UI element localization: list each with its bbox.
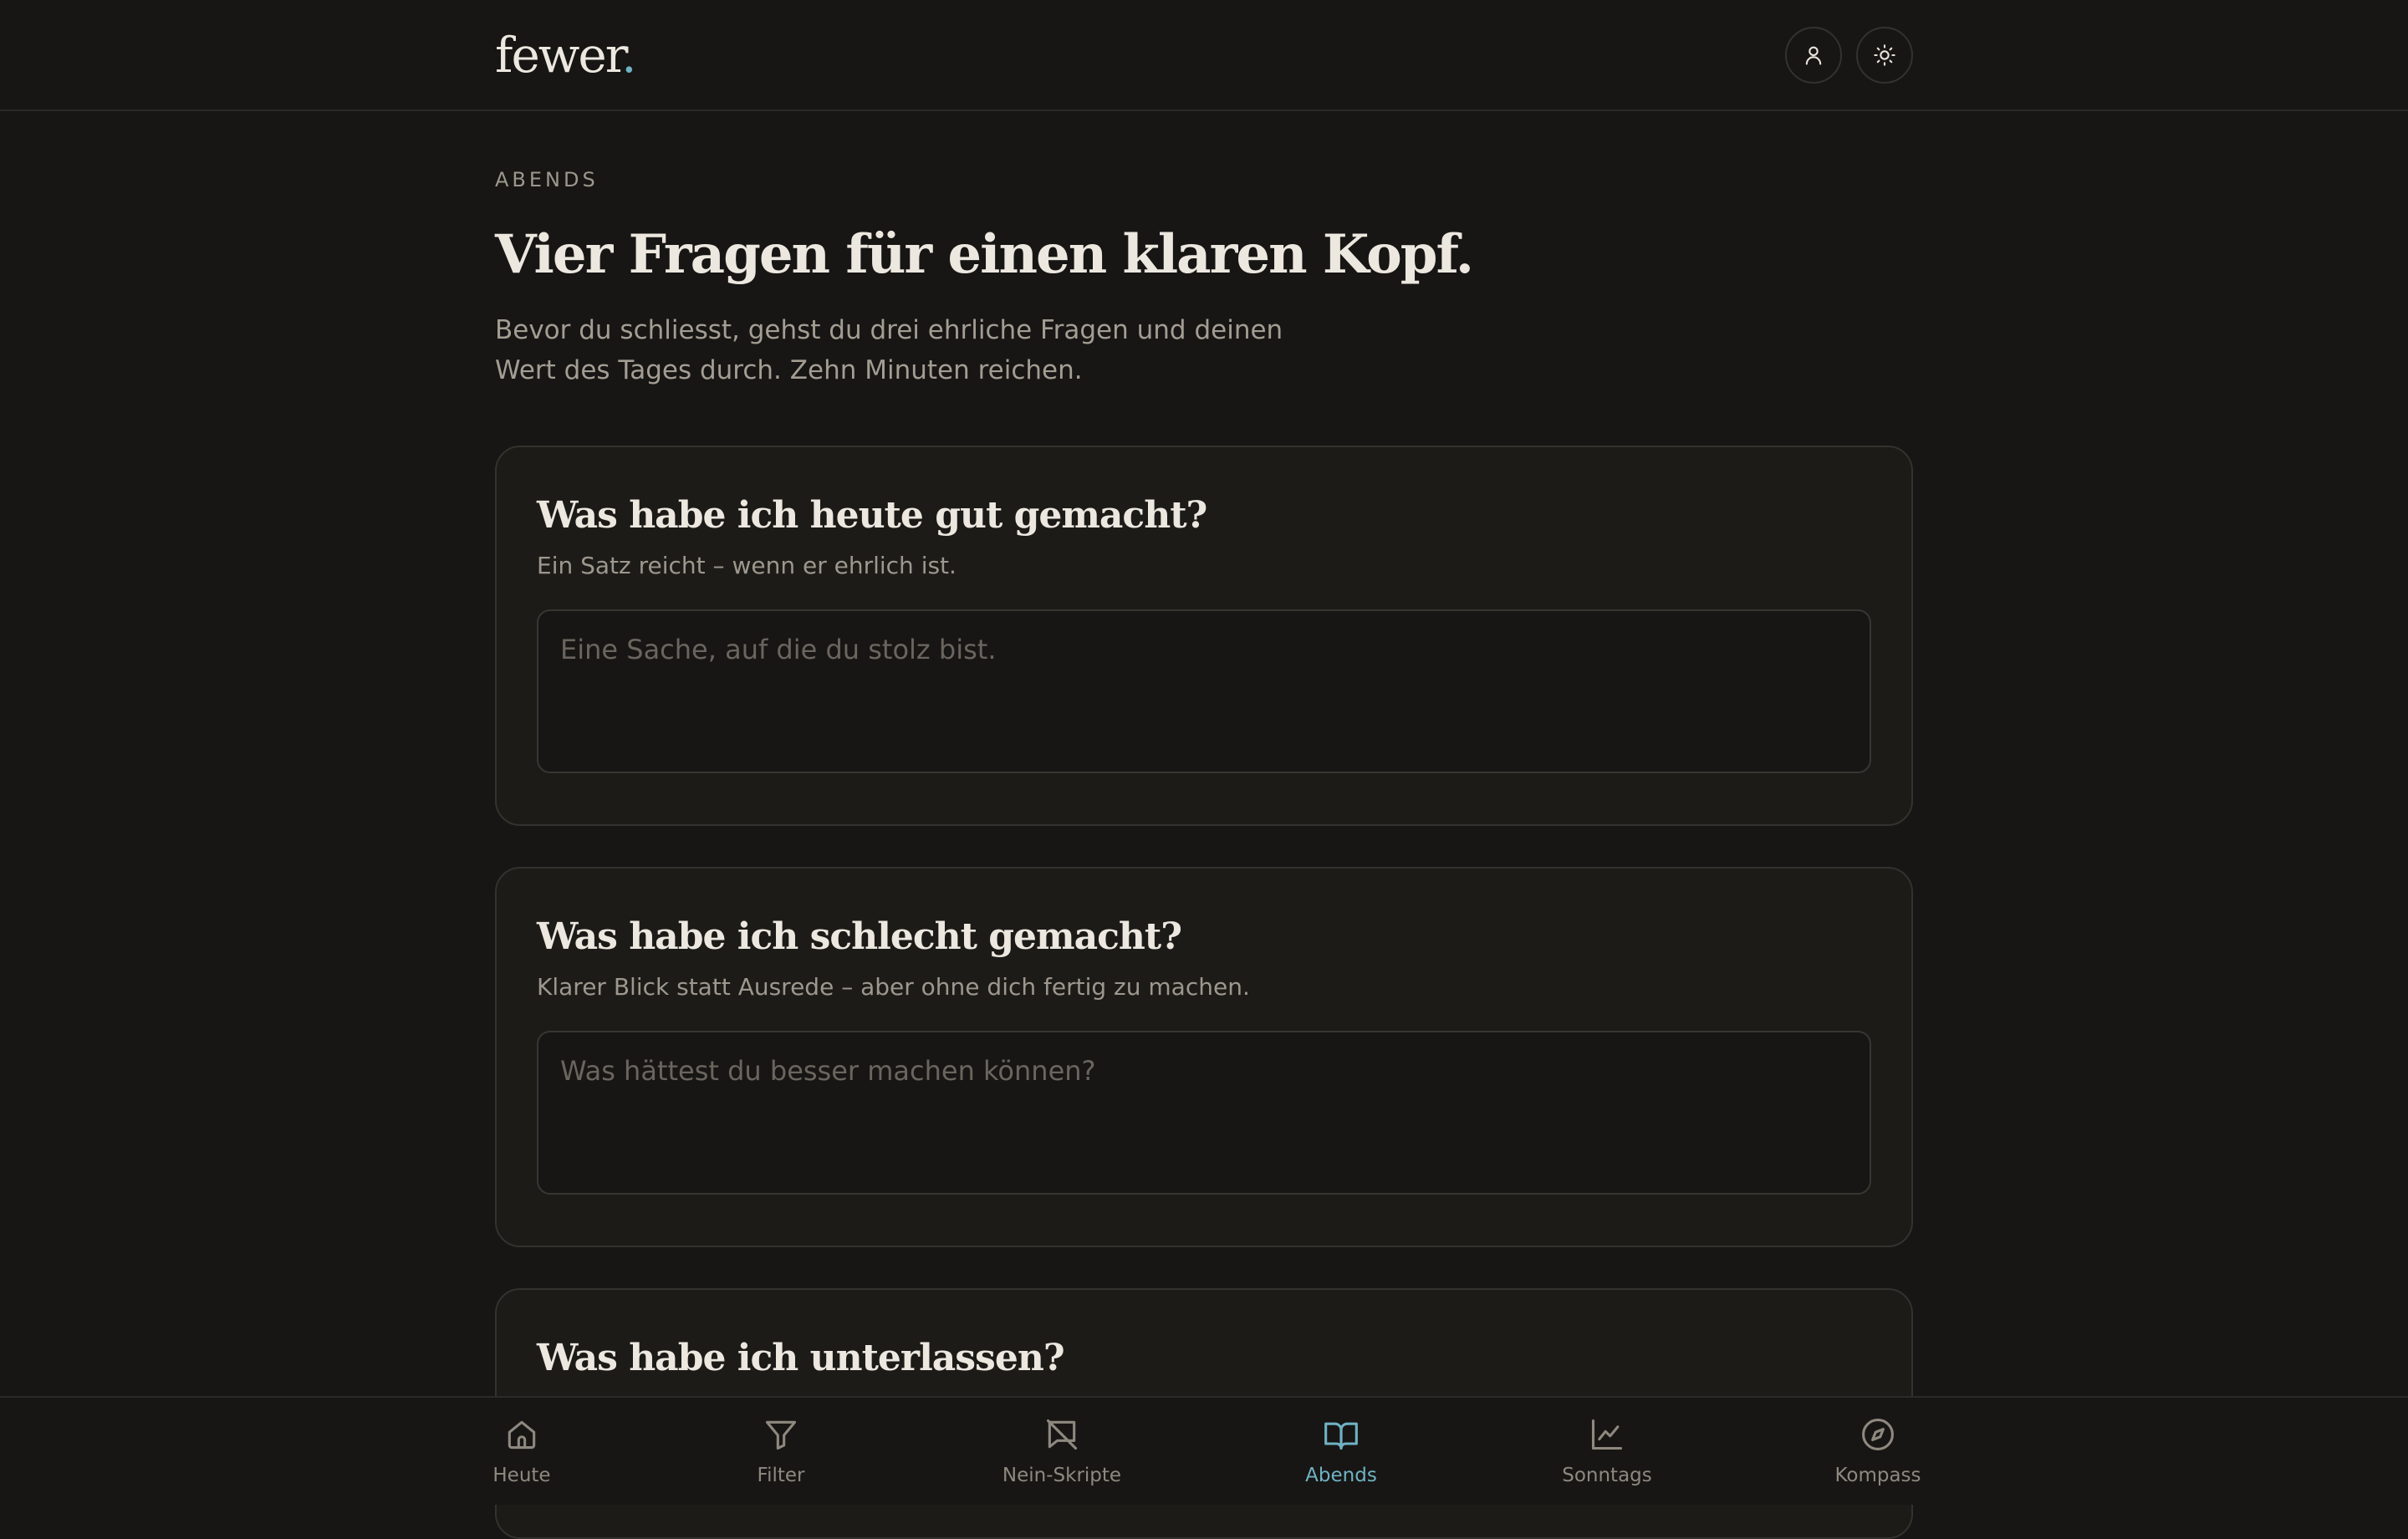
sun-icon [1874,44,1895,66]
message-off-icon [1046,1419,1078,1450]
page-intro: Bevor du schliesst, gehst du drei ehrlic… [495,315,1283,385]
home-icon [508,1420,536,1450]
question-title: Was habe ich heute gut gemacht? [537,494,1207,537]
theme-toggle-button[interactable] [1856,27,1913,84]
question-hint: Klarer Blick statt Ausrede – aber ohne d… [537,973,1250,1001]
nav-item-filter[interactable]: Filter [697,1416,865,1496]
section-eyebrow: ABENDS [495,168,599,191]
compass-icon [1862,1419,1894,1450]
logo-text: fewer [495,27,623,84]
question-hint: Ein Satz reicht – wenn er ehrlich ist. [537,552,957,579]
nav-item-kompass[interactable]: Kompass [1794,1416,1962,1496]
nav-label: Nein-Skripte [1002,1465,1122,1486]
nav-item-nein-skripte[interactable]: Nein-Skripte [978,1416,1145,1496]
question-title: Was habe ich unterlassen? [537,1337,1065,1379]
app-header: fewer. [0,0,2408,111]
app-logo[interactable]: fewer. [495,23,637,87]
logo-dot: . [621,27,636,84]
bottom-nav: Heute Filter Nein-Skripte Abends Sonntag… [0,1396,2408,1505]
answer-textarea-good[interactable] [537,609,1871,773]
nav-item-sonntags[interactable]: Sonntags [1523,1416,1691,1496]
book-open-icon [1324,1422,1358,1450]
nav-item-heute[interactable]: Heute [438,1416,605,1496]
nav-label: Abends [1305,1465,1377,1486]
nav-label: Heute [492,1465,551,1486]
page-title: Vier Fragen für einen klaren Kopf. [495,223,1474,286]
question-title: Was habe ich schlecht gemacht? [537,915,1182,958]
nav-label: Sonntags [1562,1465,1652,1486]
filter-icon [765,1420,797,1450]
user-icon [1805,46,1822,65]
nav-item-abends[interactable]: Abends [1258,1416,1425,1496]
answer-textarea-bad[interactable] [537,1031,1871,1195]
question-card-good: Was habe ich heute gut gemacht? Ein Satz… [495,446,1913,826]
chart-line-icon [1591,1419,1623,1450]
nav-label: Kompass [1834,1465,1921,1486]
account-button[interactable] [1785,27,1842,84]
question-card-bad: Was habe ich schlecht gemacht? Klarer Bl… [495,867,1913,1247]
nav-label: Filter [757,1465,805,1486]
